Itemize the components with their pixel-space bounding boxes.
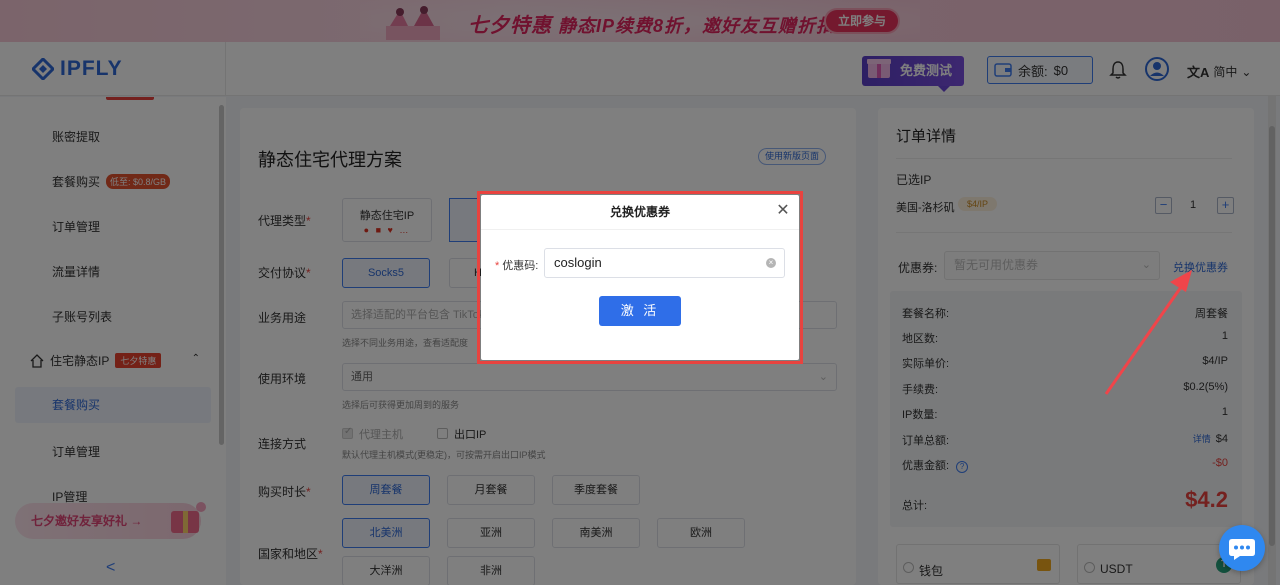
chat-icon bbox=[1229, 539, 1255, 560]
close-icon[interactable]: ✕ bbox=[775, 203, 791, 219]
redeem-coupon-dialog: 兑换优惠券 ✕ * 优惠码: coslogin × 激 活 bbox=[481, 195, 799, 360]
activate-button[interactable]: 激 活 bbox=[599, 296, 681, 326]
dialog-title: 兑换优惠券 bbox=[481, 195, 799, 230]
chat-support-button[interactable] bbox=[1219, 525, 1265, 571]
annotation-arrow-icon bbox=[1104, 270, 1192, 395]
coupon-code-input[interactable]: coslogin × bbox=[544, 248, 785, 278]
clear-icon[interactable]: × bbox=[766, 258, 776, 268]
coupon-code-label: * 优惠码: bbox=[495, 260, 539, 272]
coupon-code-value: coslogin bbox=[554, 255, 602, 270]
